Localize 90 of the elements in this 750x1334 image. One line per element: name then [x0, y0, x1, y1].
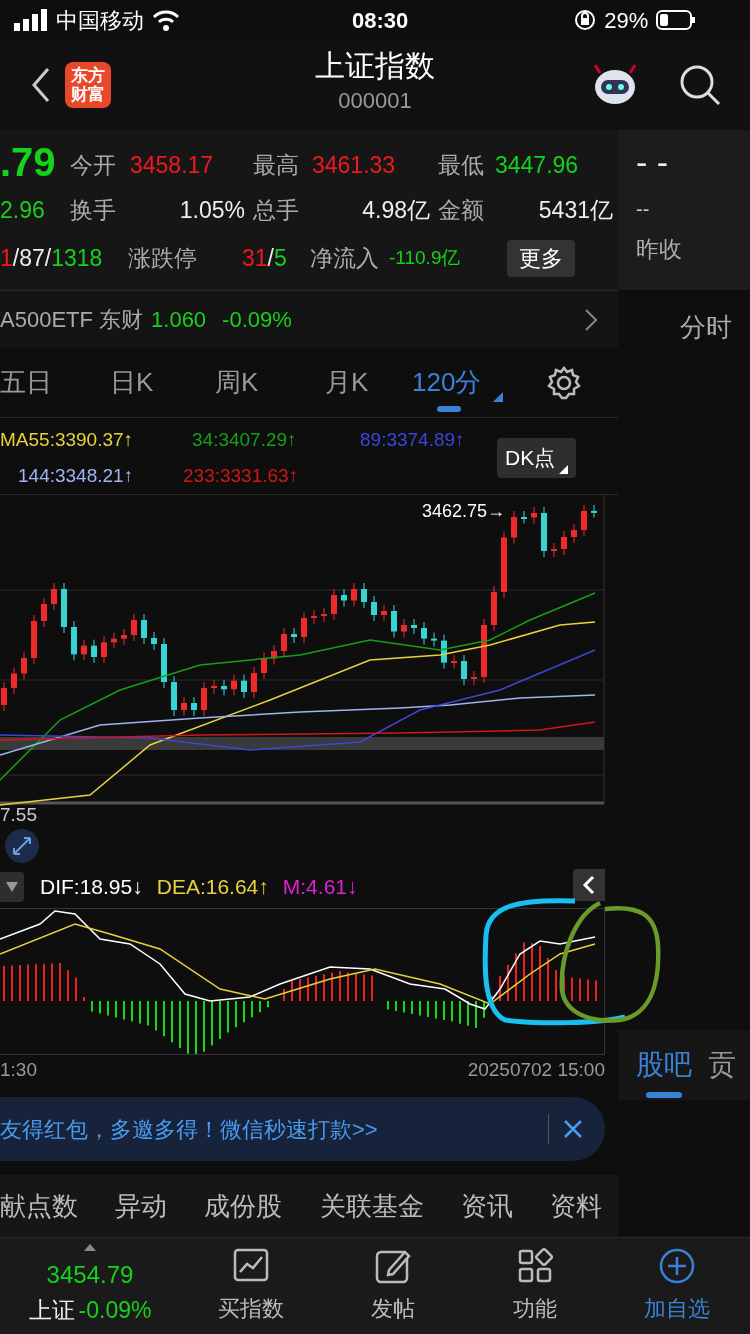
ma-value: 89:3374.89↑: [360, 428, 465, 452]
axis-label: 1:30: [0, 1057, 37, 1082]
nav-button[interactable]: 加自选: [606, 1246, 748, 1326]
info-tab[interactable]: 献点数: [0, 1186, 78, 1226]
period-tab[interactable]: 日K: [110, 347, 154, 418]
info-tab[interactable]: 关联基金: [319, 1186, 424, 1226]
info-tab[interactable]: 资讯: [460, 1186, 513, 1226]
netflow-value: -110.9亿: [389, 245, 462, 270]
page-title: 上证指数: [315, 48, 435, 84]
index-name: 上证: [28, 1297, 75, 1324]
etf-name: A500ETF 东财: [0, 306, 144, 334]
stat-label: 总手: [252, 195, 300, 225]
dk-point-button[interactable]: DK点: [497, 438, 577, 478]
collapse-button[interactable]: [573, 869, 605, 901]
stat-label: 金额: [437, 195, 485, 225]
ma-value: 34:3407.29↑: [192, 428, 297, 452]
macd-value: M:4.61↓: [282, 873, 358, 900]
stat-label: 今开: [69, 150, 117, 180]
empty-value-field: --: [636, 194, 650, 224]
status-time: 08:30: [352, 6, 409, 35]
ma-value: 144:3348.21↑: [18, 464, 134, 488]
battery-percent: 29%: [604, 6, 649, 35]
empty-value-field: - -: [636, 142, 669, 182]
stat-value: 3461.33: [312, 150, 397, 180]
promo-banner[interactable]: 友得红包，多邀多得！微信秒速打款>>: [0, 1097, 605, 1161]
advance-decline-count: 1/87/1318: [0, 243, 104, 273]
limit-label: 涨跌停: [128, 243, 198, 273]
close-icon[interactable]: [563, 1119, 583, 1139]
stat-value: 1.05%: [178, 195, 245, 225]
stat-label: 最低: [437, 150, 485, 180]
limit-count: 31/5: [242, 243, 288, 273]
forum-tab[interactable]: 贡: [708, 1030, 736, 1100]
period-tab[interactable]: 周K: [215, 347, 259, 418]
period-tab[interactable]: 月K: [325, 347, 369, 418]
axis-label: 20250702 15:00: [467, 1057, 605, 1082]
price-change: 2.96: [0, 195, 46, 225]
stock-code: 000001: [338, 87, 412, 115]
nav-button[interactable]: 功能: [464, 1246, 606, 1326]
stat-label: 最高: [252, 150, 300, 180]
chart-icon: [233, 1247, 269, 1284]
info-tab[interactable]: 异动: [115, 1186, 168, 1226]
prev-close-label: 昨收: [636, 235, 683, 264]
dropdown-triangle-icon: [493, 392, 503, 402]
etf-change: -0.09%: [222, 306, 292, 334]
index-change: -0.09%: [78, 1297, 152, 1324]
macd-value: DIF:18.95↓: [40, 873, 143, 900]
etf-price: 1.060: [151, 306, 207, 334]
add-icon: [659, 1247, 695, 1284]
expand-icon[interactable]: [4, 828, 40, 864]
stat-label: 换手: [69, 195, 117, 225]
last-price: .79: [0, 139, 57, 186]
low-price-label: 7.55: [0, 803, 37, 827]
forum-tab[interactable]: 股吧: [636, 1030, 692, 1100]
info-tab[interactable]: 成份股: [204, 1186, 283, 1226]
stat-value: 5431亿: [537, 195, 613, 225]
index-value: 3454.79: [46, 1260, 134, 1291]
chevron-right-icon: [584, 307, 598, 332]
caret-up-icon: [84, 1244, 96, 1252]
grid-icon: [517, 1247, 553, 1284]
more-button[interactable]: 更多: [507, 239, 575, 277]
stat-value: 4.98亿: [361, 195, 430, 225]
stat-value: 3447.96: [495, 150, 580, 180]
intraday-tab[interactable]: 分时: [680, 308, 732, 347]
battery-icon: [656, 10, 697, 30]
brand-logo: 东方 财富: [65, 62, 111, 108]
caret-down-icon: [6, 881, 18, 892]
wifi-icon: [152, 9, 180, 31]
search-icon[interactable]: [678, 63, 722, 107]
ma-value: MA55:3390.37↑: [0, 428, 134, 452]
period-tab[interactable]: 120分: [412, 347, 482, 418]
signal-icon: [14, 9, 48, 31]
index-quote[interactable]: 3454.79 上证 -0.09%: [0, 1244, 180, 1328]
rotation-lock-icon: [574, 9, 597, 31]
chevron-left-icon: [582, 875, 596, 895]
etf-row[interactable]: A500ETF 东财 1.060 -0.09%: [0, 290, 618, 348]
settings-icon[interactable]: [547, 366, 581, 400]
netflow-label: 净流入: [310, 243, 379, 273]
info-tab[interactable]: 资料: [549, 1186, 602, 1226]
nav-button[interactable]: 发帖: [322, 1246, 464, 1326]
ma-value: 233:3331.63↑: [183, 464, 299, 488]
macd-value: DEA:16.64↑: [156, 873, 269, 900]
banner-text: 友得红包，多邀多得！微信秒速打款>>: [0, 1115, 378, 1144]
indicator-dropdown-button[interactable]: [0, 871, 24, 902]
high-price-label: 3462.75→: [422, 500, 506, 523]
dropdown-triangle-icon: [559, 464, 569, 474]
carrier-name: 中国移动: [56, 6, 144, 35]
nav-button[interactable]: 买指数: [180, 1246, 322, 1326]
period-tab[interactable]: 五日: [0, 347, 52, 418]
back-icon[interactable]: [30, 67, 52, 103]
stat-value: 3458.17: [130, 150, 215, 180]
